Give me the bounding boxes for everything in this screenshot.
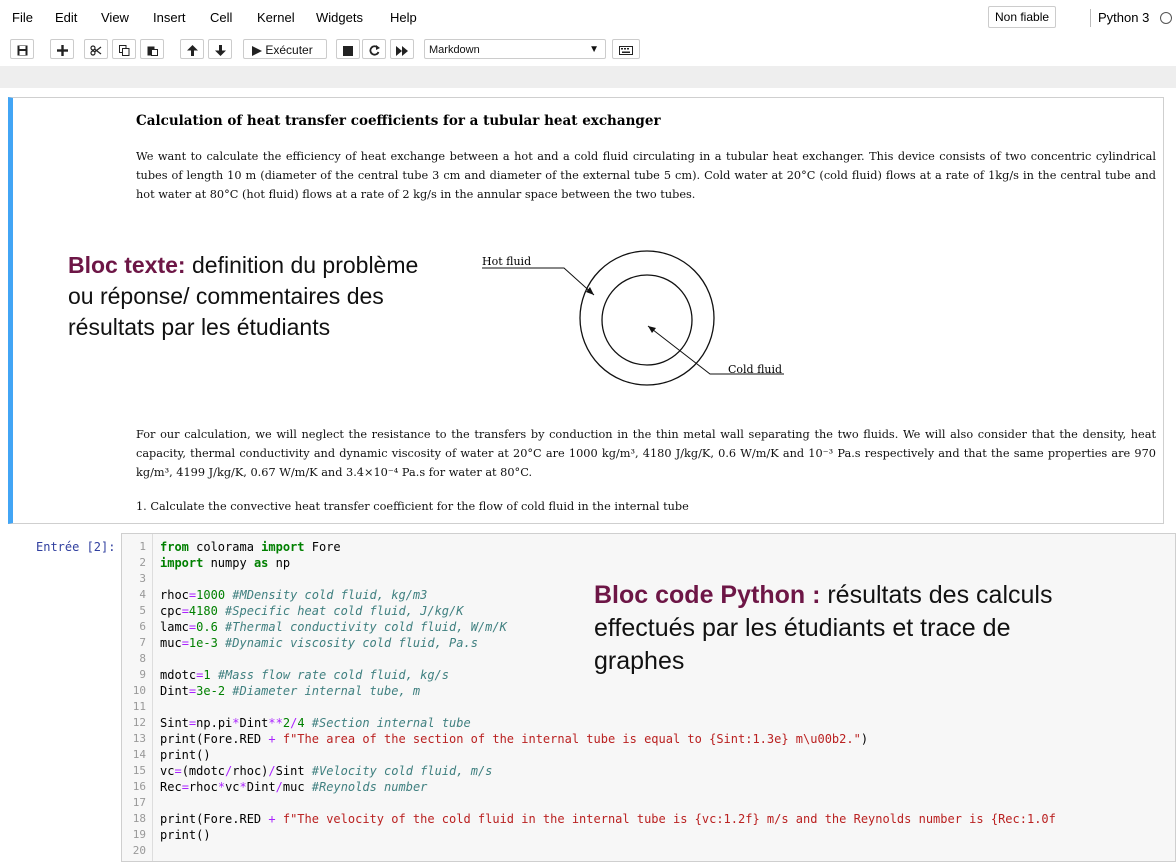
cold-fluid-label: Cold fluid [728,363,783,376]
move-up-button[interactable] [180,39,204,59]
run-icon [252,45,262,56]
line-number: 18 [132,812,146,825]
text-block-annotation: Bloc texte: definition du problème ou ré… [68,250,428,343]
cell-type-select[interactable]: Markdown ▼ [424,39,606,59]
menu-help[interactable]: Help [390,10,417,25]
code-text: mdotc=1 #Mass flow rate cold fluid, kg/s [160,668,450,682]
copy-button[interactable] [112,39,136,59]
code-text: print() [160,828,211,842]
code-block-annotation-bold: Bloc code Python : [594,581,821,609]
code-text: print(Fore.RED + f"The area of the secti… [160,732,869,746]
cut-icon [90,45,102,56]
code-text: import numpy as np [160,556,291,570]
toolbar: Exécuter Markdown ▼ [0,36,1176,64]
fast-forward-icon [396,45,408,56]
markdown-title: Calculation of heat transfer coefficient… [136,113,661,129]
interrupt-button[interactable] [336,39,360,59]
trust-badge[interactable]: Non fiable [988,6,1057,28]
line-number: 10 [132,684,146,697]
move-down-button[interactable] [208,39,232,59]
line-number: 13 [132,732,146,745]
cold-fluid-arrowhead [648,326,656,333]
code-text: from colorama import Fore [160,540,341,554]
code-text: cpc=4180 #Specific heat cold fluid, J/kg… [160,604,464,618]
text-block-annotation-bold: Bloc texte: [68,252,186,278]
markdown-question: 1. Calculate the convective heat transfe… [136,500,689,513]
input-prompt: Entrée [2]: [36,540,116,554]
kernel-separator [1090,9,1091,27]
menu-cell[interactable]: Cell [210,10,232,25]
chevron-down-icon: ▼ [589,44,599,55]
notebook-header-band [0,66,1176,88]
line-number: 4 [139,588,146,601]
line-number: 16 [132,780,146,793]
code-text: Rec=rhoc*vc*Dint/muc #Reynolds number [160,780,428,794]
move-up-icon [186,45,198,57]
restart-button[interactable] [362,39,386,59]
copy-icon [118,45,129,57]
line-number: 12 [132,716,146,729]
move-down-icon [214,45,226,57]
add-cell-button[interactable] [50,39,74,59]
cut-button[interactable] [84,39,108,59]
keyboard-icon [619,46,633,56]
line-number: 17 [132,796,146,809]
menu-kernel[interactable]: Kernel [257,10,295,25]
line-number: 15 [132,764,146,777]
line-number: 7 [139,636,146,649]
menu-insert[interactable]: Insert [153,10,186,25]
code-text: print() [160,748,211,762]
line-number: 5 [139,604,146,617]
code-text: lamc=0.6 #Thermal conductivity cold flui… [160,620,507,634]
code-block-annotation: Bloc code Python : résultats des calculs… [594,579,1074,678]
cell-type-value: Markdown [429,44,480,56]
menu-view[interactable]: View [101,10,129,25]
paste-icon [147,46,158,57]
code-text: rhoc=1000 #MDensity cold fluid, kg/m3 [160,588,428,602]
code-text: print(Fore.RED + f"The velocity of the c… [160,812,1056,826]
save-icon [17,45,27,56]
line-number: 14 [132,748,146,761]
line-number: 2 [139,556,146,569]
hot-fluid-label: Hot fluid [482,255,532,268]
line-number: 3 [139,572,146,585]
run-label: Exécuter [265,43,313,57]
stop-icon [343,45,353,56]
code-text: Sint=np.pi*Dint**2/4 #Section internal t… [160,716,471,730]
line-number: 1 [139,540,146,553]
menu-bar: File Edit View Insert Cell Kernel Widget… [0,0,1176,34]
command-palette-button[interactable] [612,39,640,59]
line-number: 9 [139,668,146,681]
markdown-paragraph-2: For our calculation, we will neglect the… [136,428,1156,479]
line-number: 8 [139,652,146,665]
hot-fluid-leader [482,267,595,296]
code-text: Dint=3e-2 #Diameter internal tube, m [160,684,421,698]
menu-widgets[interactable]: Widgets [316,10,363,25]
code-text: vc=(mdotc/rhoc)/Sint #Velocity cold flui… [160,764,493,778]
line-number: 20 [132,844,146,857]
markdown-paragraph-1: We want to calculate the efficiency of h… [136,150,1156,201]
restart-icon [369,45,380,56]
code-text: muc=1e-3 #Dynamic viscosity cold fluid, … [160,636,478,650]
line-number: 6 [139,620,146,633]
run-button[interactable]: Exécuter [243,39,327,59]
save-button[interactable] [10,39,34,59]
menu-file[interactable]: File [12,10,33,25]
kernel-status-icon [1160,12,1172,24]
menu-edit[interactable]: Edit [55,10,77,25]
add-cell-icon [56,45,68,57]
inner-tube-circle [601,274,693,366]
line-number: 11 [132,700,146,713]
run-all-button[interactable] [390,39,414,59]
kernel-name[interactable]: Python 3 [1098,10,1149,25]
paste-button[interactable] [140,39,164,59]
line-number: 19 [132,828,146,841]
